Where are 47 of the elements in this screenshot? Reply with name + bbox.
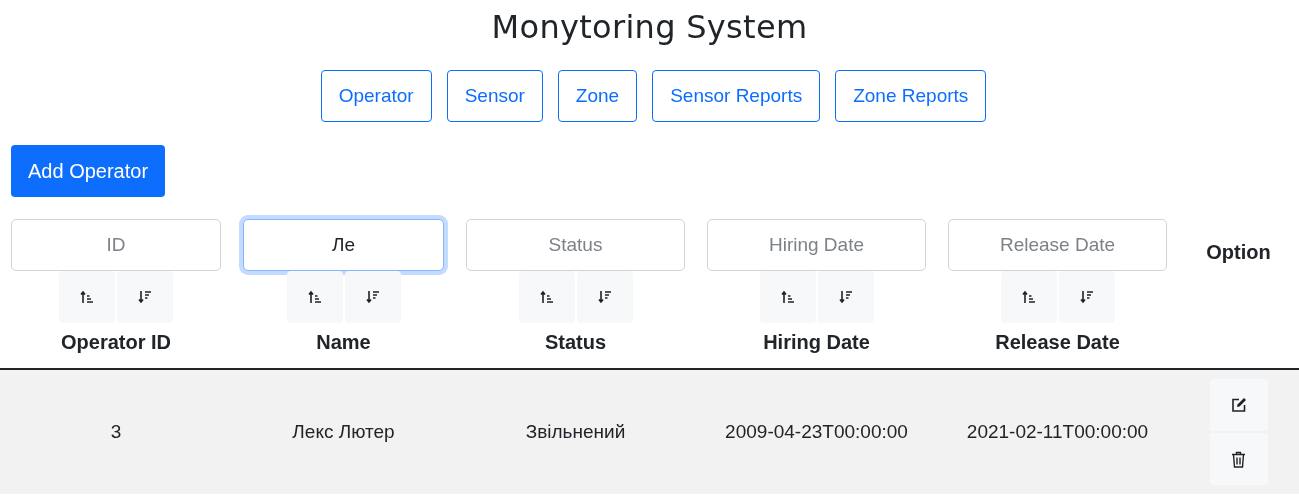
- filter-field[interactable]: Ле: [243, 219, 444, 271]
- sort-ascending-button[interactable]: [59, 271, 115, 323]
- sort-descending-button[interactable]: [576, 271, 633, 323]
- column-header: Name: [316, 331, 371, 354]
- add-operator-button[interactable]: Add Operator: [11, 145, 166, 197]
- filter-field[interactable]: Release Date: [948, 219, 1167, 271]
- page-title: Monytoring System: [490, 7, 809, 48]
- sort-ascending-button[interactable]: [518, 271, 575, 323]
- sort-descending-icon: [365, 290, 380, 304]
- column-header: Status: [544, 331, 607, 354]
- edit-icon: [1230, 397, 1247, 413]
- sort-ascending-icon: [780, 290, 795, 304]
- sort-ascending-icon: [80, 290, 94, 304]
- filter-field[interactable]: Hiring Date: [707, 219, 926, 271]
- sort-ascending-icon: [1021, 290, 1036, 304]
- delete-button[interactable]: [1209, 433, 1268, 485]
- sort-ascending-icon: [539, 290, 554, 304]
- filter-field[interactable]: ID: [11, 219, 221, 271]
- nav-button[interactable]: Zone: [557, 70, 638, 122]
- sort-descending-button[interactable]: [1058, 271, 1115, 323]
- sort-descending-icon: [838, 290, 853, 304]
- column-header: Hiring Date: [763, 331, 870, 354]
- edit-button[interactable]: [1209, 379, 1268, 431]
- sort-ascending-button[interactable]: [286, 271, 343, 323]
- table-cell-text: 2009-04-23T00:00:00: [724, 421, 909, 443]
- sort-ascending-button[interactable]: [759, 271, 816, 323]
- sort-descending-button[interactable]: [117, 271, 173, 323]
- sort-descending-button[interactable]: [344, 271, 401, 323]
- nav-button[interactable]: Sensor: [446, 70, 543, 122]
- trash-icon: [1231, 450, 1246, 468]
- column-header: Option: [1206, 241, 1271, 264]
- sort-descending-icon: [1079, 290, 1094, 304]
- sort-descending-button[interactable]: [817, 271, 874, 323]
- column-header: Operator ID: [61, 331, 171, 354]
- nav-button[interactable]: Operator: [320, 70, 432, 122]
- table-cell-text: Лекс Лютер: [291, 421, 396, 443]
- table-cell-text: 3: [109, 421, 123, 443]
- sort-ascending-button[interactable]: [1000, 271, 1057, 323]
- table-cell-text: Звільнений: [524, 421, 627, 443]
- filter-field[interactable]: Status: [466, 219, 685, 271]
- nav-button[interactable]: Sensor Reports: [652, 70, 821, 122]
- table-cell-text: 2021-02-11T00:00:00: [965, 421, 1150, 443]
- column-header: Release Date: [995, 331, 1120, 354]
- nav-button[interactable]: Zone Reports: [835, 70, 987, 122]
- sort-descending-icon: [138, 290, 152, 304]
- sort-ascending-icon: [307, 290, 322, 304]
- sort-descending-icon: [597, 290, 612, 304]
